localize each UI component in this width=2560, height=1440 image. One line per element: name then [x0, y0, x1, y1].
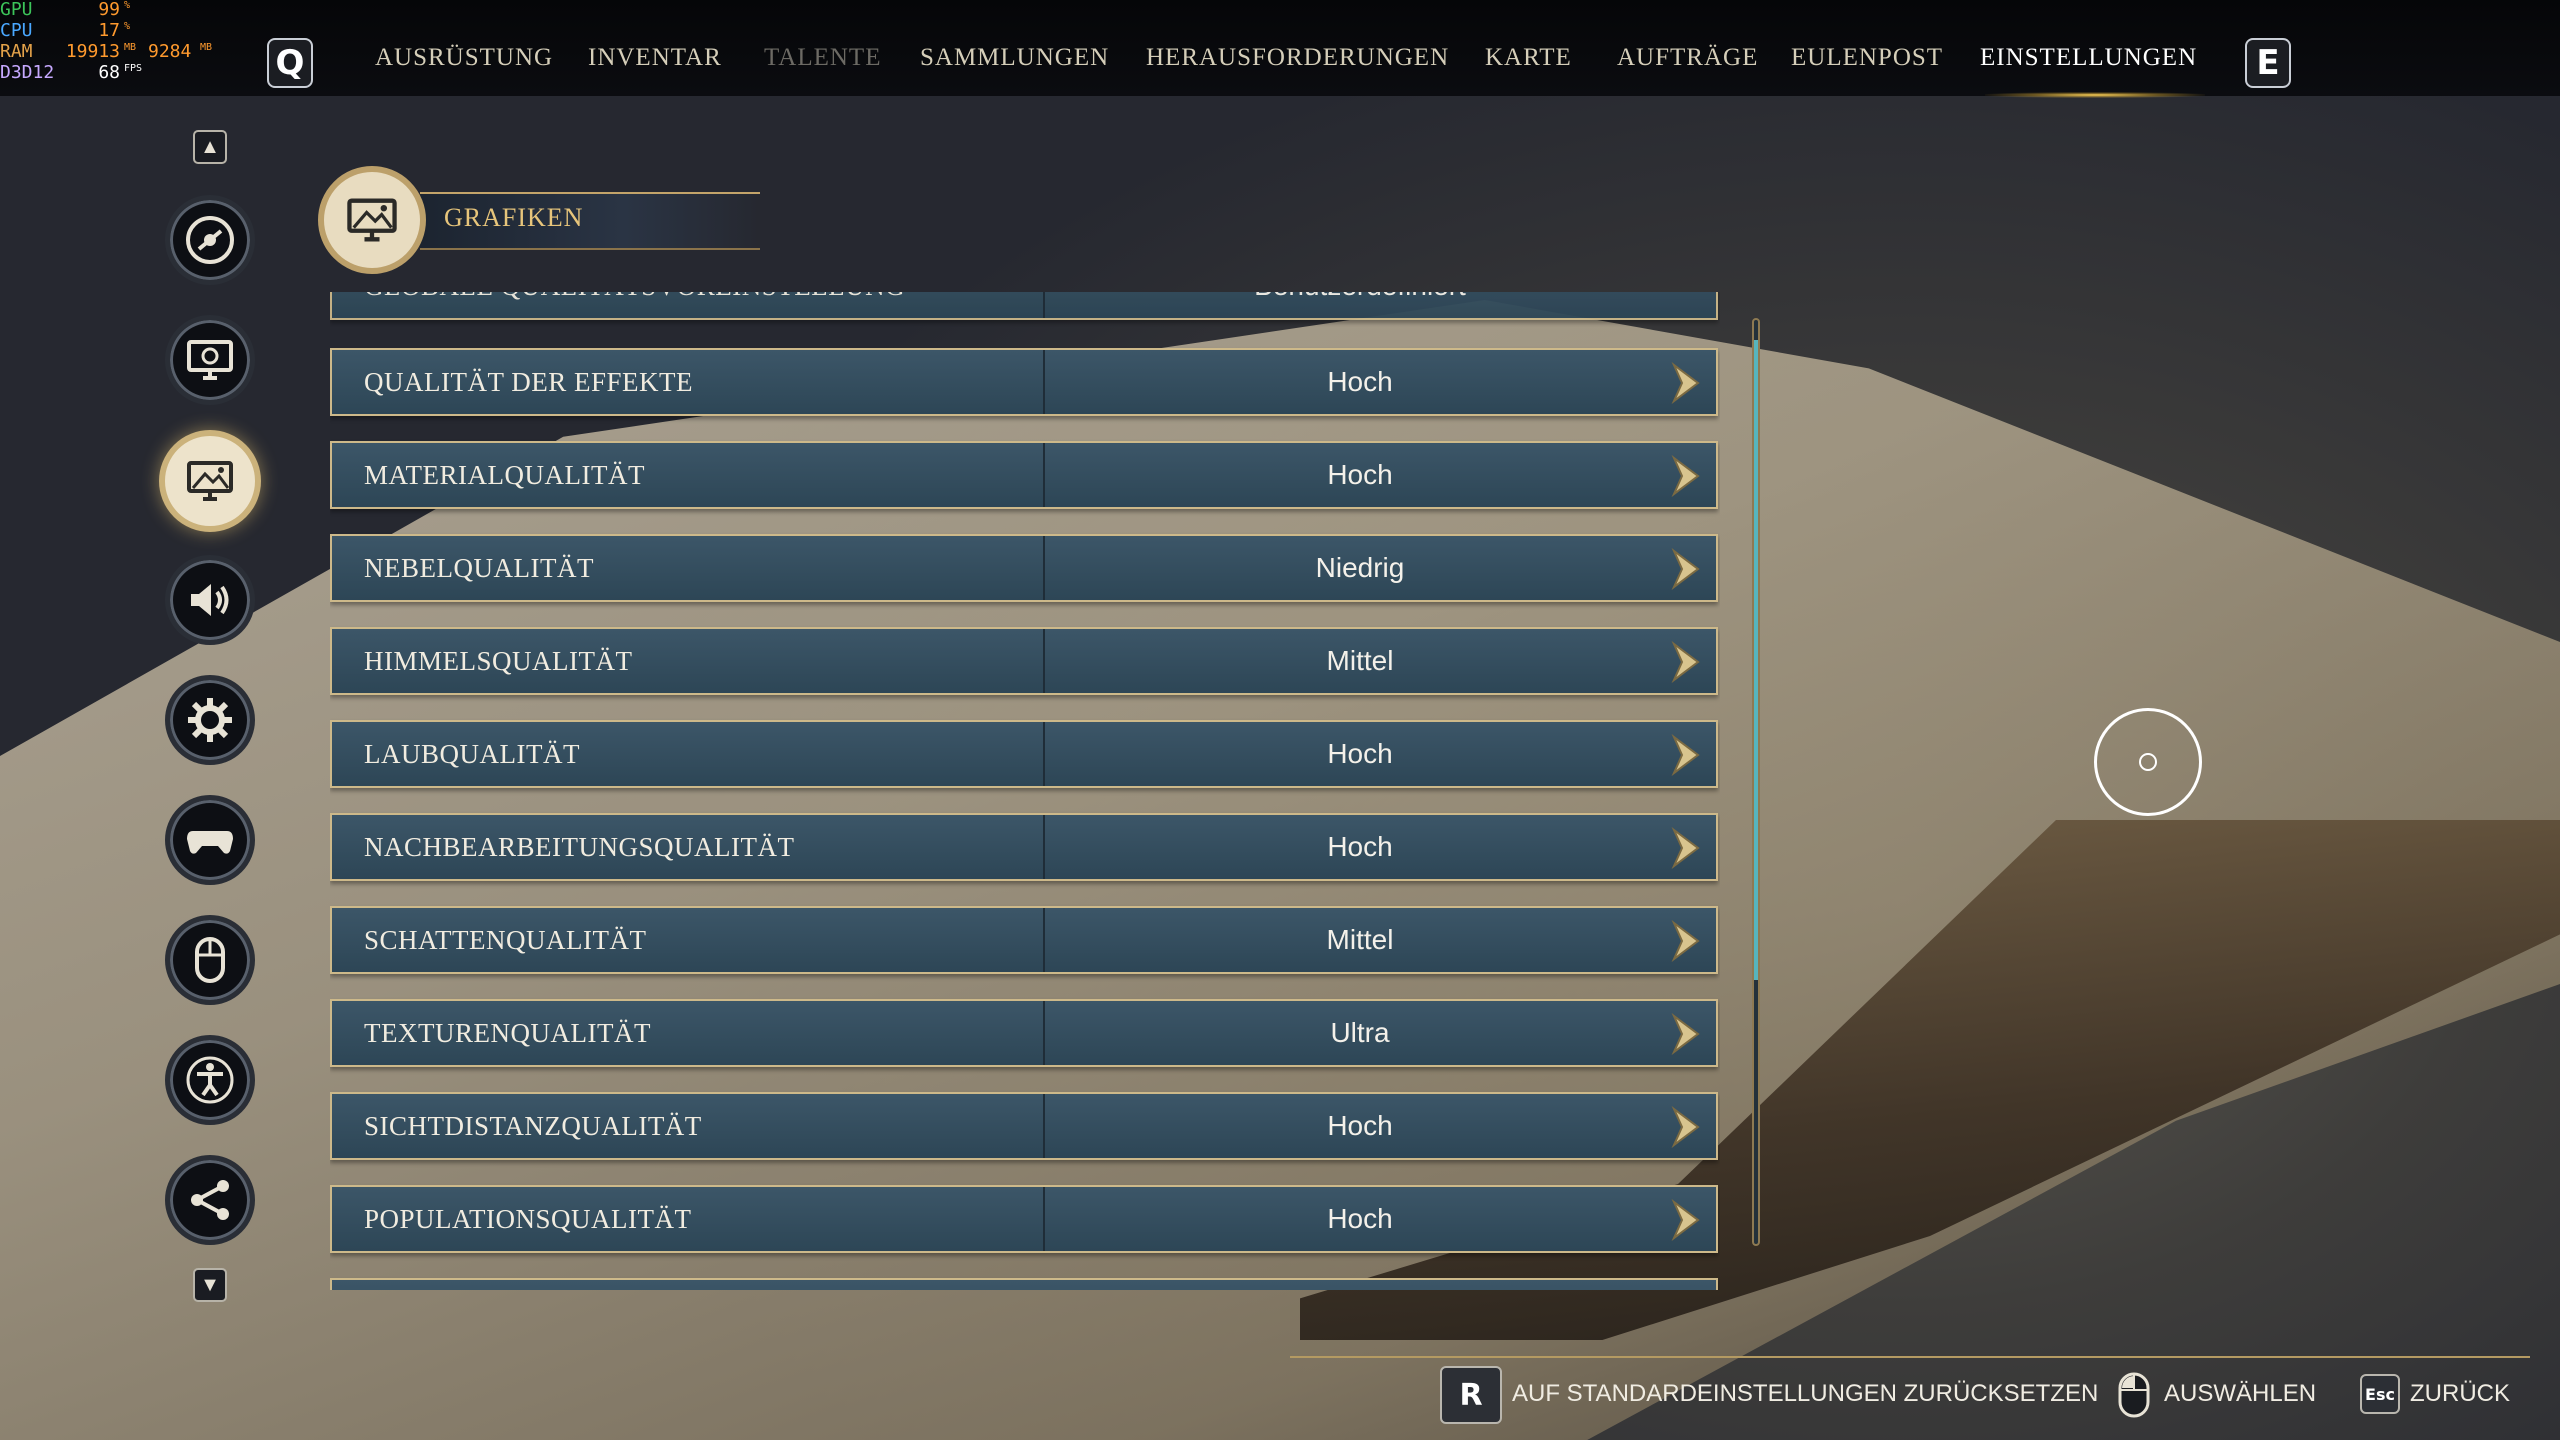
- escape-key[interactable]: Esc: [2360, 1374, 2400, 1414]
- next-option-arrow-icon[interactable]: [1668, 1012, 1704, 1056]
- disc-icon[interactable]: [165, 195, 255, 285]
- share-icon[interactable]: [165, 1155, 255, 1245]
- next-option-arrow-icon[interactable]: [1668, 1105, 1704, 1149]
- audio-icon[interactable]: [165, 555, 255, 645]
- setting-row-postprocessing[interactable]: NACHBEARBEITUNGSQUALITÄT Hoch: [330, 813, 1718, 881]
- next-option-arrow-icon[interactable]: [1668, 919, 1704, 963]
- reset-defaults-button[interactable]: AUF STANDARDEINSTELLUNGEN ZURÜCKSETZEN: [1512, 1380, 2098, 1408]
- setting-row-next-partial[interactable]: [330, 1278, 1718, 1290]
- setting-value: Hoch: [1327, 366, 1393, 397]
- next-tab-key[interactable]: E: [2245, 38, 2291, 88]
- setting-row-shadow[interactable]: SCHATTENQUALITÄT Mittel: [330, 906, 1718, 974]
- reset-key[interactable]: R: [1440, 1366, 1502, 1424]
- hud-d3d-label: D3D12: [0, 62, 55, 83]
- cursor-reticle-icon: [2094, 708, 2202, 816]
- setting-value: Hoch: [1327, 1203, 1393, 1234]
- next-option-arrow-icon[interactable]: [1668, 826, 1704, 870]
- setting-value: Benutzerdefiniert: [1045, 292, 1675, 302]
- setting-value: Ultra: [1330, 1017, 1390, 1048]
- tab-herausforderungen[interactable]: HERAUSFORDERUNGEN: [1146, 44, 1449, 72]
- gameplay-gear-icon[interactable]: [165, 675, 255, 765]
- hud-cpu-unit: %: [124, 21, 131, 32]
- setting-row-material[interactable]: MATERIALQUALITÄT Hoch: [330, 441, 1718, 509]
- accessibility-icon[interactable]: [165, 1035, 255, 1125]
- hud-vram-unit: MB: [200, 42, 213, 53]
- hud-ram-unit: MB: [124, 42, 137, 53]
- tab-einstellungen[interactable]: EINSTELLUNGEN: [1980, 44, 2197, 72]
- next-option-arrow-icon[interactable]: [1668, 640, 1704, 684]
- setting-label: SICHTDISTANZQUALITÄT: [364, 1111, 702, 1141]
- setting-value: Niedrig: [1315, 552, 1405, 583]
- setting-row-effects[interactable]: QUALITÄT DER EFFEKTE Hoch: [330, 348, 1718, 416]
- setting-row-sky[interactable]: HIMMELSQUALITÄT Mittel: [330, 627, 1718, 695]
- hud-gpu-label: GPU: [0, 0, 33, 20]
- setting-label: LAUBQUALITÄT: [364, 739, 580, 769]
- hud-fps-value: 68: [98, 62, 120, 83]
- setting-row-population[interactable]: POPULATIONSQUALITÄT Hoch: [330, 1185, 1718, 1253]
- tab-karte[interactable]: KARTE: [1485, 44, 1572, 72]
- next-option-arrow-icon[interactable]: [1668, 454, 1704, 498]
- mouse-click-icon: [2118, 1372, 2150, 1418]
- tab-ausruestung[interactable]: AUSRÜSTUNG: [375, 44, 553, 72]
- graphics-settings-list: GLOBALE QUALITÄTSVOREINSTELLUNG Benutzer…: [330, 292, 1720, 1290]
- performance-overlay: GPU 99 % CPU 17 % RAM 19913 MB 9284 MB D…: [0, 0, 220, 90]
- hud-vram-value: 9284: [148, 41, 192, 62]
- hud-cpu-value: 17: [98, 20, 120, 41]
- hud-gpu-value: 99: [98, 0, 120, 20]
- next-option-arrow-icon[interactable]: [1668, 733, 1704, 777]
- setting-row-fog[interactable]: NEBELQUALITÄT Niedrig: [330, 534, 1718, 602]
- setting-label: NACHBEARBEITUNGSQUALITÄT: [364, 832, 795, 862]
- setting-value: Mittel: [1326, 645, 1394, 676]
- prev-tab-key[interactable]: Q: [267, 38, 313, 88]
- setting-label: POPULATIONSQUALITÄT: [364, 1204, 692, 1234]
- tab-auftraege[interactable]: AUFTRÄGE: [1617, 44, 1758, 72]
- back-button[interactable]: ZURÜCK: [2410, 1380, 2510, 1408]
- setting-value: Hoch: [1327, 1110, 1393, 1141]
- next-option-arrow-icon[interactable]: [1668, 1198, 1704, 1242]
- setting-value: Hoch: [1327, 459, 1393, 490]
- rail-down-arrow-icon[interactable]: ▼: [193, 1268, 227, 1302]
- hud-cpu-label: CPU: [0, 20, 33, 41]
- setting-label: GLOBALE QUALITÄTSVOREINSTELLUNG: [364, 292, 905, 302]
- hud-ram-label: RAM: [0, 41, 33, 62]
- hud-gpu-unit: %: [124, 0, 131, 11]
- graphics-section-icon: [318, 166, 426, 274]
- setting-label: TEXTURENQUALITÄT: [364, 1018, 651, 1048]
- setting-value: Hoch: [1327, 831, 1393, 862]
- mouse-icon[interactable]: [165, 915, 255, 1005]
- setting-value: Mittel: [1326, 924, 1394, 955]
- setting-row-texture[interactable]: TEXTURENQUALITÄT Ultra: [330, 999, 1718, 1067]
- active-tab-indicator: [1985, 92, 2205, 98]
- controller-icon[interactable]: [165, 795, 255, 885]
- setting-row-global-preset[interactable]: GLOBALE QUALITÄTSVOREINSTELLUNG Benutzer…: [330, 292, 1718, 320]
- hud-gpu: GPU 99 %: [0, 0, 220, 21]
- hud-ram: RAM 19913 MB 9284 MB: [0, 42, 220, 63]
- setting-label: NEBELQUALITÄT: [364, 553, 594, 583]
- setting-label: HIMMELSQUALITÄT: [364, 646, 633, 676]
- setting-row-view-distance[interactable]: SICHTDISTANZQUALITÄT Hoch: [330, 1092, 1718, 1160]
- tab-eulenpost[interactable]: EULENPOST: [1791, 44, 1943, 72]
- setting-label: MATERIALQUALITÄT: [364, 460, 645, 490]
- setting-row-foliage[interactable]: LAUBQUALITÄT Hoch: [330, 720, 1718, 788]
- tab-inventar[interactable]: INVENTAR: [588, 44, 722, 72]
- hud-d3d: D3D12 68 FPS: [0, 63, 220, 84]
- setting-value: Hoch: [1327, 738, 1393, 769]
- section-title: GRAFIKEN: [444, 203, 584, 232]
- setting-label: SCHATTENQUALITÄT: [364, 925, 647, 955]
- tab-sammlungen[interactable]: SAMMLUNGEN: [920, 44, 1109, 72]
- hud-fps-unit: FPS: [124, 63, 143, 74]
- tab-talente[interactable]: TALENTE: [764, 44, 881, 72]
- setting-label: QUALITÄT DER EFFEKTE: [364, 367, 693, 397]
- next-option-arrow-icon[interactable]: [1668, 547, 1704, 591]
- graphics-icon[interactable]: [159, 430, 261, 532]
- footer-divider: [1290, 1356, 2530, 1358]
- rail-up-arrow-icon[interactable]: ▲: [193, 130, 227, 164]
- next-option-arrow-icon[interactable]: [1668, 361, 1704, 405]
- select-button[interactable]: AUSWÄHLEN: [2164, 1380, 2316, 1408]
- display-settings-icon[interactable]: [165, 315, 255, 405]
- hud-ram-value: 19913: [65, 41, 120, 62]
- settings-scrollbar-thumb[interactable]: [1754, 340, 1758, 980]
- hud-cpu: CPU 17 %: [0, 21, 220, 42]
